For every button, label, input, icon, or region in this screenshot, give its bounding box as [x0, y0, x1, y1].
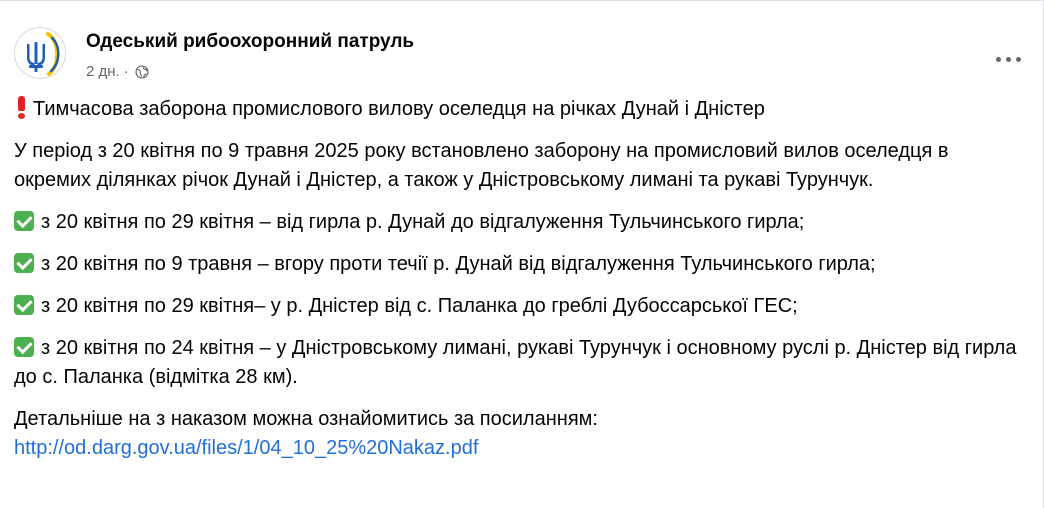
more-options-button[interactable] — [990, 41, 1026, 77]
check-mark-icon — [14, 337, 34, 357]
intro-paragraph: У період з 20 квітня по 9 травня 2025 ро… — [14, 140, 949, 191]
list-item-text: з 20 квітня по 29 квітня – від гирла р. … — [41, 211, 805, 233]
list-item: з 20 квітня по 24 квітня – у Дністровськ… — [14, 334, 1024, 392]
decree-link[interactable]: http://od.darg.gov.ua/files/1/04_10_25%2… — [14, 437, 478, 459]
page-avatar[interactable] — [14, 27, 66, 79]
more-dot-icon — [1015, 56, 1021, 62]
post-header: Одеський рибоохоронний патруль 2 дн. · — [14, 17, 1034, 87]
list-item: з 20 квітня по 29 квітня– у р. Дністер в… — [14, 292, 1024, 321]
list-item-text: з 20 квітня по 29 квітня– у р. Дністер в… — [41, 295, 798, 317]
check-mark-icon — [14, 211, 34, 231]
meta-separator: · — [123, 63, 129, 80]
post-body: Тимчасова заборона промислового вилову о… — [14, 95, 1024, 463]
list-item-text: з 20 квітня по 9 травня – вгору проти те… — [41, 253, 876, 275]
list-item: з 20 квітня по 9 травня – вгору проти те… — [14, 250, 1024, 279]
facebook-post: Одеський рибоохоронний патруль 2 дн. · Т… — [0, 0, 1044, 508]
page-name-link[interactable]: Одеський рибоохоронний патруль — [86, 31, 414, 53]
post-meta: 2 дн. · — [86, 63, 149, 80]
check-mark-icon — [14, 253, 34, 273]
list-item-text: з 20 квітня по 24 квітня – у Дністровськ… — [14, 337, 1017, 388]
more-dot-icon — [1005, 56, 1011, 62]
details-text: Детальніше на з наказом можна ознайомити… — [14, 408, 598, 430]
headline: Тимчасова заборона промислового вилову о… — [14, 95, 1024, 124]
more-dot-icon — [995, 56, 1001, 62]
exclamation-icon — [14, 96, 30, 119]
headline-text: Тимчасова заборона промислового вилову о… — [33, 98, 765, 120]
trident-logo-icon — [27, 32, 60, 76]
post-timestamp[interactable]: 2 дн. — [86, 63, 120, 80]
details-paragraph: Детальніше на з наказом можна ознайомити… — [14, 405, 1024, 463]
check-mark-icon — [14, 295, 34, 315]
globe-icon[interactable] — [135, 64, 149, 79]
list-item: з 20 квітня по 29 квітня – від гирла р. … — [14, 208, 1024, 237]
